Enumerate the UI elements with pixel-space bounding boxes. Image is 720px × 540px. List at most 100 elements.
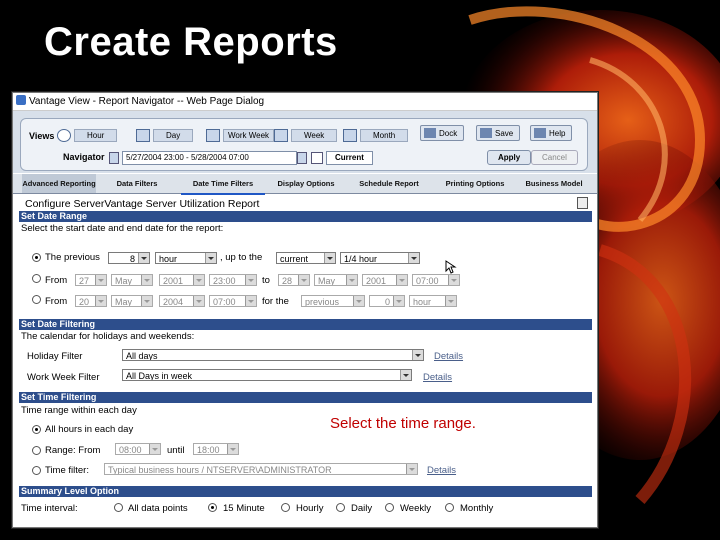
row3-year-select[interactable]: 2004 [159,295,205,307]
range-until-select[interactable]: 18:00 [193,443,239,455]
section-set-date-filtering: Set Date Filtering [19,319,592,330]
chevron-down-icon [227,444,238,454]
radio-from-to[interactable] [32,274,41,283]
work-week-details-link[interactable]: Details [423,372,452,383]
tab-date-time-filters[interactable]: Date Time Filters [181,174,265,195]
time-filter-select[interactable]: Typical business hours / NTSERVER\ADMINI… [104,463,418,475]
previous-label: The previous [45,252,100,263]
row3-unit-select[interactable]: hour [409,295,457,307]
toolbar-panel: Views Hour Day Work Week Week Month Dock… [20,118,588,171]
radio-daily[interactable] [336,503,345,512]
tab-printing-options[interactable]: Printing Options [433,174,517,193]
tab-display-options[interactable]: Display Options [266,174,346,193]
row3-count-select[interactable]: 0 [369,295,405,307]
chevron-down-icon [408,253,419,263]
chevron-down-icon [346,275,357,285]
range-from-select[interactable]: 08:00 [115,443,161,455]
previous-count-select[interactable]: 8 [108,252,150,264]
from-label-2: From [45,296,68,307]
tab-schedule-report[interactable]: Schedule Report [348,174,430,193]
radio-range[interactable] [32,446,41,455]
time-filtering-instruction: Time range within each day [21,405,137,416]
to-year-select[interactable]: 2001 [362,274,408,286]
from-day-select[interactable]: 27 [75,274,107,286]
holiday-filter-label: Holiday Filter [27,351,83,362]
navigator-date-range[interactable]: 5/27/2004 23:00 - 5/28/2004 07:00 [122,151,297,165]
chevron-down-icon [95,296,106,306]
time-filter-label: Time filter: [45,465,89,476]
section-help-icon[interactable] [577,197,588,209]
radio-all-hours[interactable] [32,425,41,434]
cancel-button[interactable]: Cancel [531,150,578,165]
radio-weekly[interactable] [385,503,394,512]
hourly-label: Hourly [296,503,324,514]
time-interval-label: Time interval: [21,503,78,514]
all-data-points-label: All data points [128,503,188,514]
granularity-select[interactable]: 1/4 hour [340,252,420,264]
holiday-filter-select[interactable]: All days [122,349,424,361]
help-icon [534,128,546,138]
row3-anchor-select[interactable]: previous [301,295,365,307]
radio-from-for-previous[interactable] [32,295,41,304]
chevron-down-icon [95,275,106,285]
apply-button[interactable]: Apply [487,150,532,165]
section-set-date-range: Set Date Range [19,211,592,222]
chevron-down-icon [353,296,364,306]
chevron-down-icon [193,296,204,306]
help-button[interactable]: Help [530,125,573,141]
navigate-back-icon[interactable] [109,152,119,164]
chevron-down-icon [193,275,204,285]
slide-title: Create Reports [44,20,338,64]
row3-month-select[interactable]: May [111,295,153,307]
window-titlebar: Vantage View - Report Navigator -- Web P… [13,93,597,111]
radio-time-filter[interactable] [32,466,41,475]
current-button[interactable]: Current [326,151,373,165]
radio-15-minute[interactable] [208,503,217,512]
view-month-button[interactable]: Month [343,129,409,142]
chevron-down-icon [141,275,152,285]
from-year-select[interactable]: 2001 [159,274,205,286]
work-week-filter-select[interactable]: All Days in week [122,369,412,381]
from-month-select[interactable]: May [111,274,153,286]
chevron-down-icon [412,350,423,360]
chevron-down-icon [141,296,152,306]
daily-label: Daily [351,503,373,514]
time-filter-details-link[interactable]: Details [427,465,456,476]
radio-hourly[interactable] [281,503,290,512]
to-label: to [262,275,270,286]
chevron-down-icon [400,370,411,380]
until-label: until [167,445,185,456]
tab-business-model[interactable]: Business Model [519,174,589,193]
previous-unit-select[interactable]: hour [155,252,217,264]
chevron-down-icon [396,275,407,285]
view-day-button[interactable]: Day [136,129,194,142]
view-workweek-button[interactable]: Work Week [206,129,275,142]
from-time-select[interactable]: 23:00 [209,274,257,286]
anchor-select[interactable]: current [276,252,336,264]
monthly-label: Monthly [460,503,494,514]
row3-time-select[interactable]: 07:00 [209,295,257,307]
radio-monthly[interactable] [445,503,454,512]
calendar-icon [343,129,357,142]
save-button[interactable]: Save [476,125,521,141]
dock-button[interactable]: Dock [420,125,465,141]
to-time-select[interactable]: 07:00 [412,274,460,286]
chevron-down-icon [245,275,256,285]
tab-advanced-reporting[interactable]: Advanced Reporting [22,174,96,193]
radio-all-data-points[interactable] [114,503,123,512]
view-hour-button[interactable]: Hour [57,129,118,142]
calendar-picker-icon[interactable] [311,152,323,164]
date-range-instruction: Select the start date and end date for t… [21,223,224,234]
view-week-button[interactable]: Week [274,129,338,142]
radio-previous[interactable] [32,253,41,262]
navigate-forward-icon[interactable] [297,152,307,164]
row3-day-select[interactable]: 20 [75,295,107,307]
chevron-down-icon [149,444,160,454]
work-week-filter-label: Work Week Filter [27,372,100,383]
to-month-select[interactable]: May [314,274,358,286]
to-day-select[interactable]: 28 [278,274,310,286]
dock-icon [424,128,436,138]
date-filtering-instruction: The calendar for holidays and weekends: [21,331,195,342]
tab-data-filters[interactable]: Data Filters [97,174,177,193]
holiday-details-link[interactable]: Details [434,351,463,362]
